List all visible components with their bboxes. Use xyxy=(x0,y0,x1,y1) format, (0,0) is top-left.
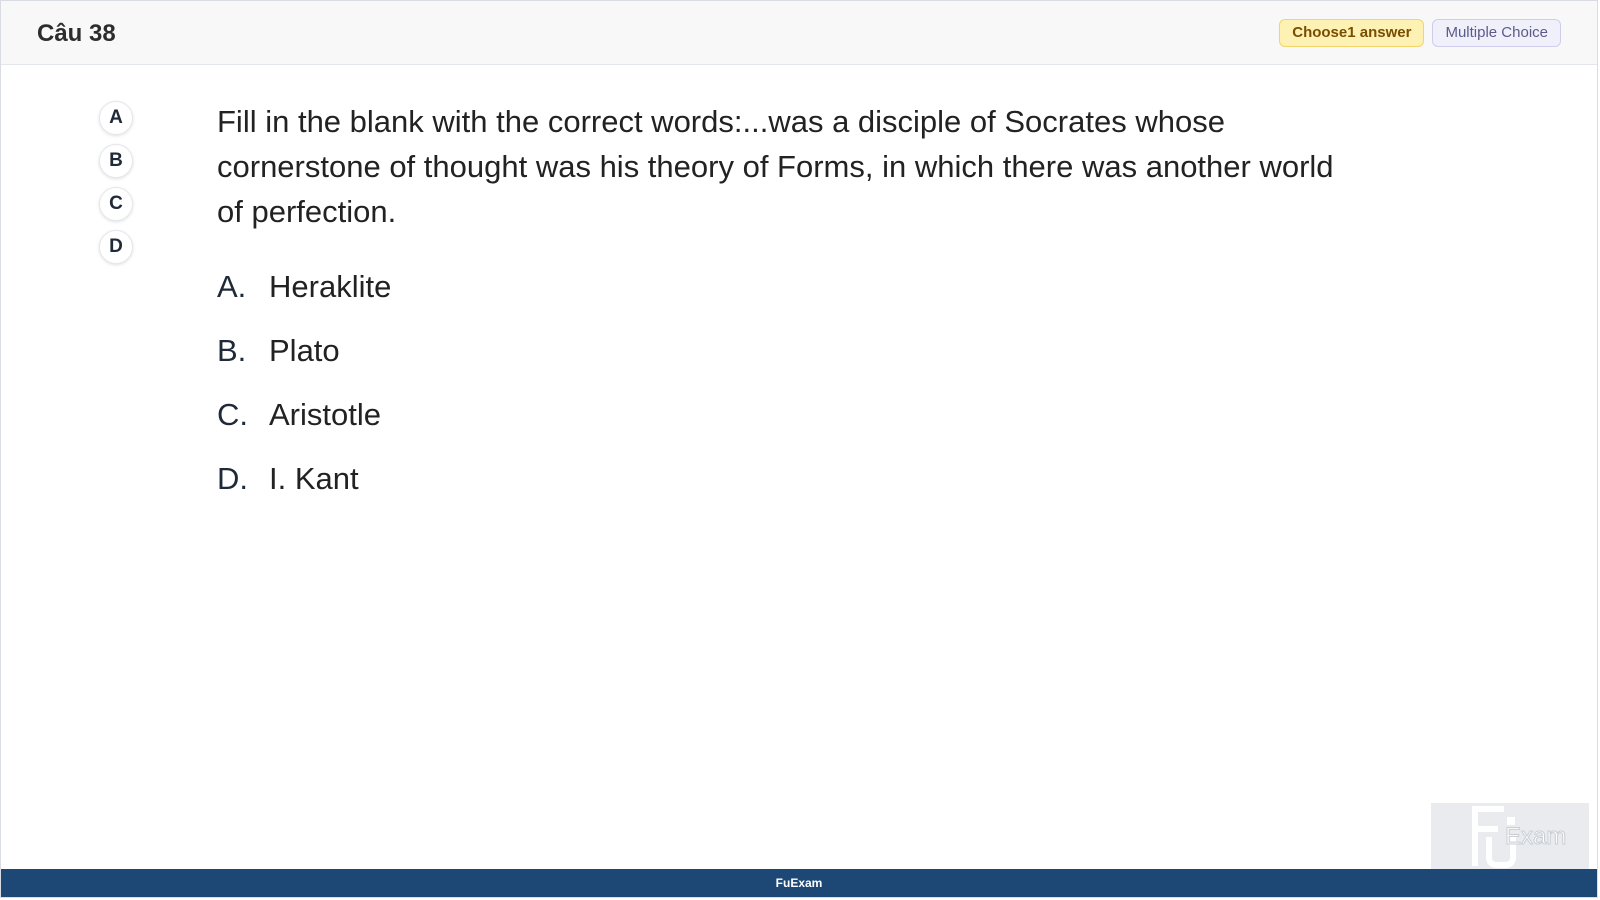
question-badges: Choose1 answer Multiple Choice xyxy=(1279,19,1561,47)
question-type-badge: Multiple Choice xyxy=(1432,19,1561,47)
option-letter: D. xyxy=(217,461,248,496)
options-list: A. Heraklite B. Plato C. Aristotle D. I.… xyxy=(217,255,391,511)
option-text: Aristotle xyxy=(269,397,381,432)
answer-button-d[interactable]: D xyxy=(99,230,133,264)
answer-selector: A B C D xyxy=(99,101,133,264)
answer-button-c[interactable]: C xyxy=(99,187,133,221)
option-a[interactable]: A. Heraklite xyxy=(217,255,391,319)
option-c[interactable]: C. Aristotle xyxy=(217,383,391,447)
footer-brand: FuExam xyxy=(775,876,823,890)
question-text: Fill in the blank with the correct words… xyxy=(217,104,1334,229)
choose-answer-badge: Choose1 answer xyxy=(1279,19,1425,47)
option-text: Heraklite xyxy=(269,269,392,304)
watermark-text: Exam xyxy=(1504,823,1567,851)
option-d[interactable]: D. I. Kant xyxy=(217,447,391,511)
option-text: Plato xyxy=(269,333,340,368)
option-text: I. Kant xyxy=(269,461,359,496)
fuexam-watermark-logo: Exam xyxy=(1431,803,1589,869)
option-letter: A. xyxy=(217,269,247,304)
footer-bar: FuExam xyxy=(1,869,1597,897)
question-header: Câu 38 Choose1 answer Multiple Choice xyxy=(1,1,1597,65)
option-letter: C. xyxy=(217,397,248,432)
answer-button-b[interactable]: B xyxy=(99,144,133,178)
answer-button-a[interactable]: A xyxy=(99,101,133,135)
question-number-title: Câu 38 xyxy=(37,20,116,47)
option-letter: B. xyxy=(217,333,247,368)
option-b[interactable]: B. Plato xyxy=(217,319,391,383)
exam-frame: Câu 38 Choose1 answer Multiple Choice A … xyxy=(0,0,1598,898)
